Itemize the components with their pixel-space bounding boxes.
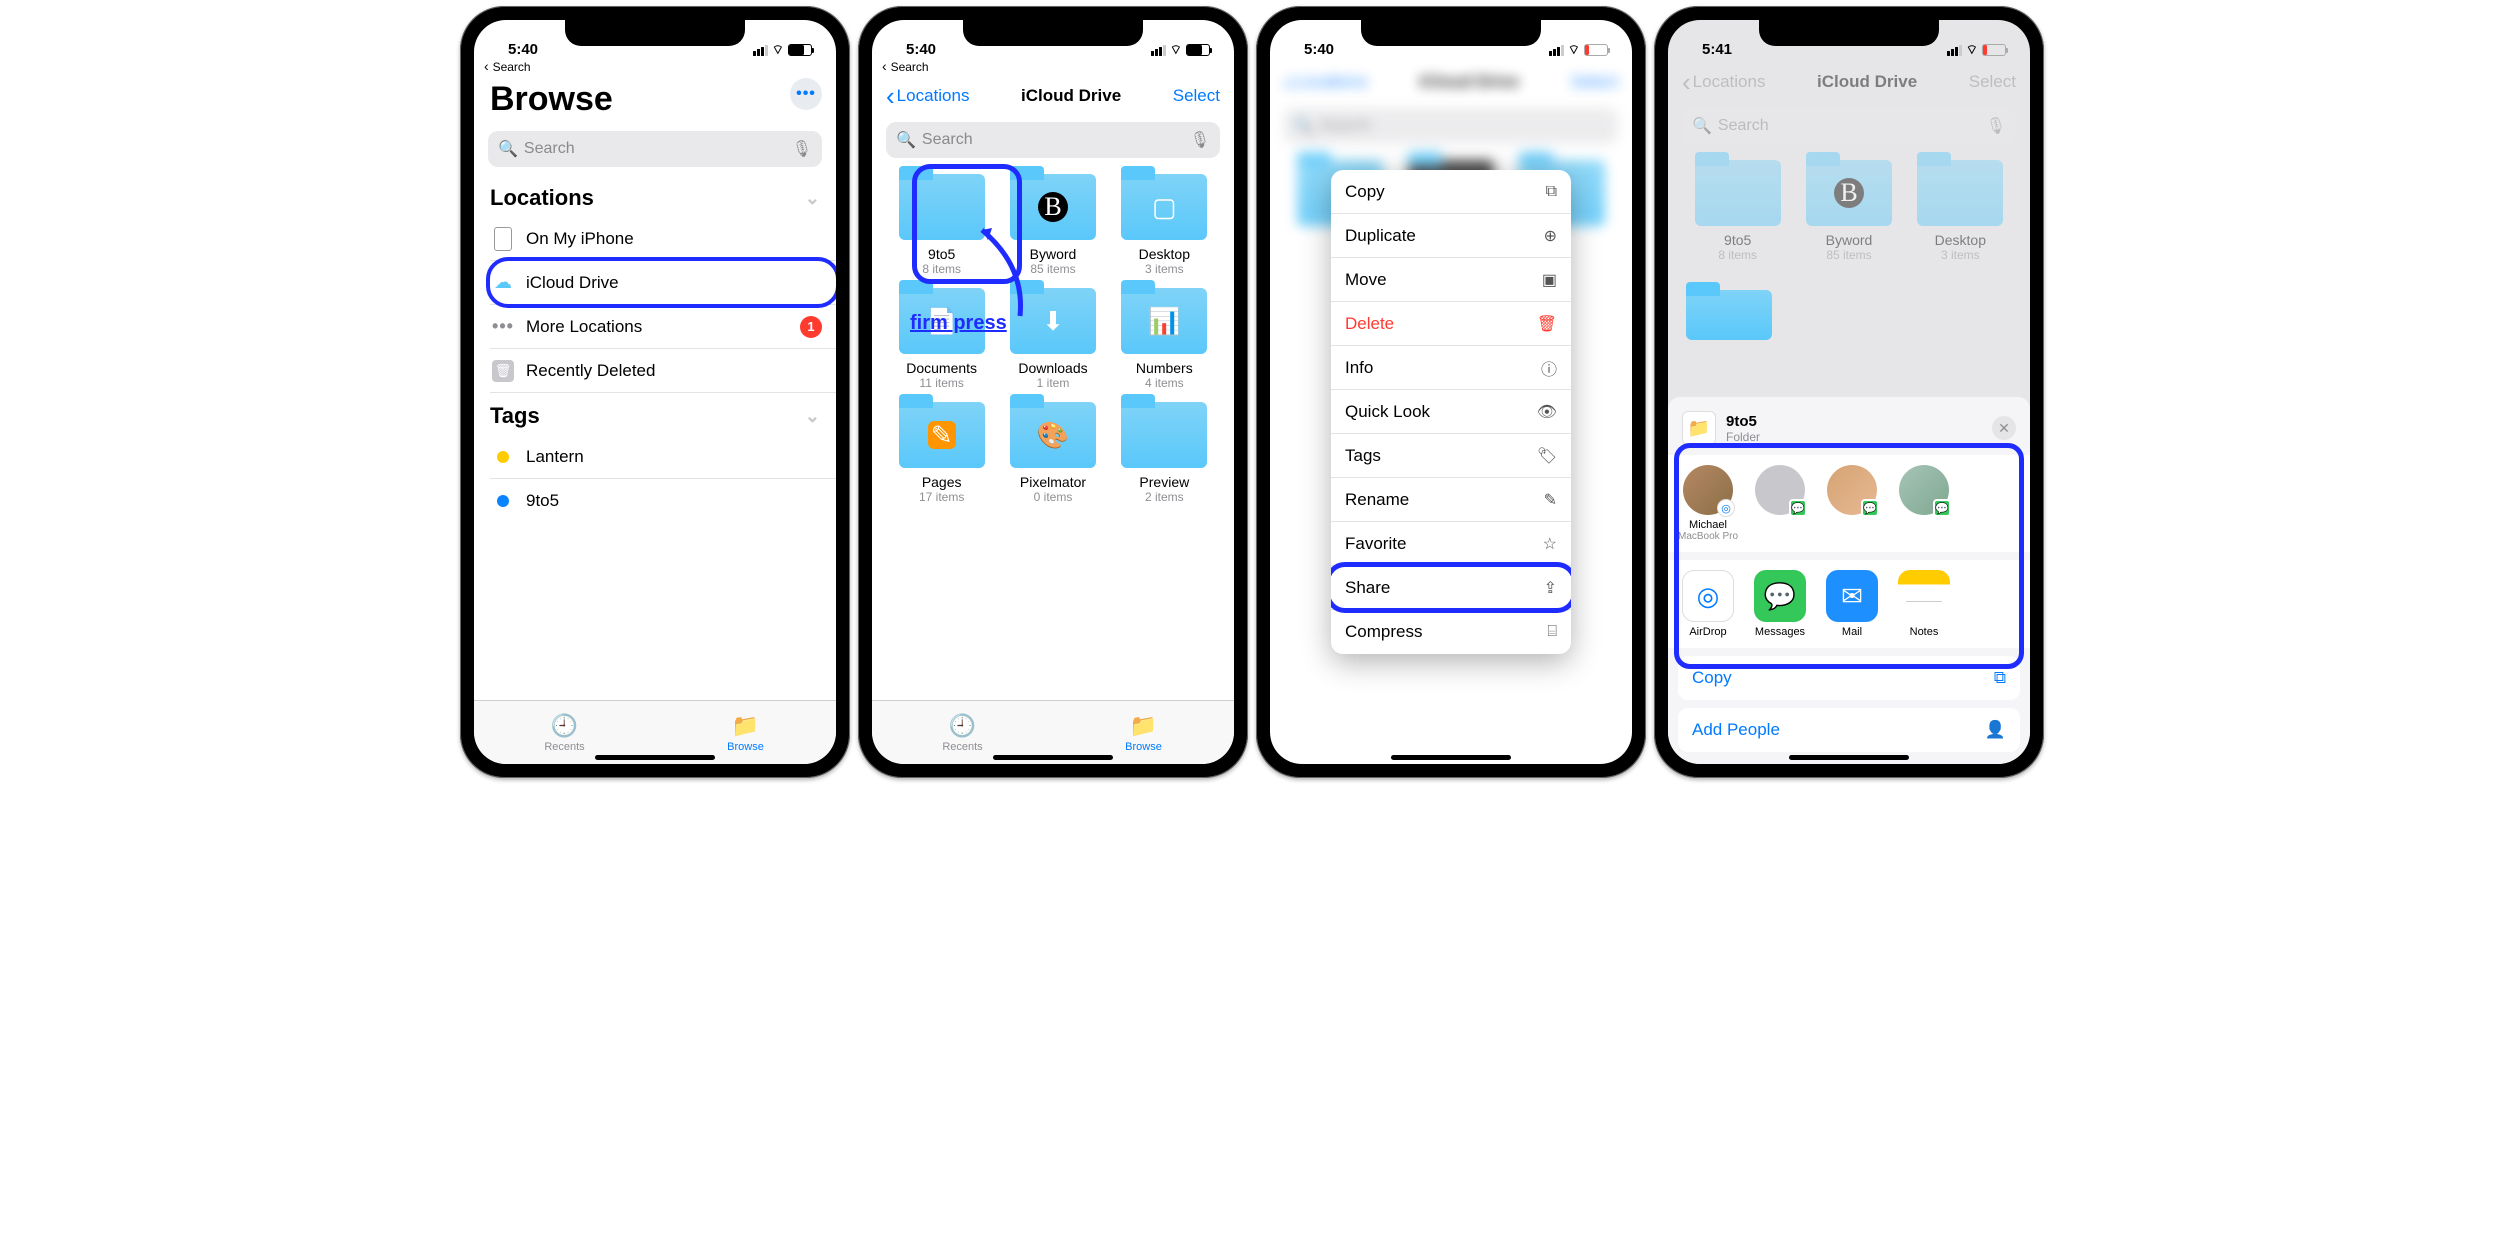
compress-icon: ⌸ — [1547, 623, 1557, 641]
chevron-down-icon: ⌄ — [805, 188, 820, 209]
annotation-label: firm press — [910, 312, 1007, 335]
people-icon: 👤 — [1985, 720, 2006, 740]
icloud-drive-row[interactable]: ☁ iCloud Drive — [490, 261, 836, 305]
page-title: Browse — [474, 74, 836, 127]
favorite-icon: ☆ — [1543, 534, 1557, 554]
highlight-ring — [1331, 562, 1571, 613]
search-input: 🔍Search🎙 — [1682, 108, 2016, 144]
home-indicator[interactable] — [1391, 755, 1511, 760]
share-sheet: 📁 9to5 Folder ✕ ◎ Michael MacBook Pro 💬 … — [1668, 397, 2030, 764]
search-input[interactable]: 🔍 Search 🎙 — [886, 122, 1220, 158]
more-button[interactable]: ••• — [790, 78, 822, 110]
copy-icon: ⧉ — [1994, 668, 2006, 688]
back-search[interactable]: Search — [872, 58, 1234, 74]
search-icon: 🔍 — [498, 139, 518, 159]
move-icon: ▣ — [1542, 270, 1557, 290]
delete-icon: 🗑 — [1537, 314, 1557, 334]
phone-4: 5:41 ⌔ Locations iCloud Drive Select 🔍Se… — [1654, 6, 2044, 778]
context-compress[interactable]: Compress ⌸ — [1331, 610, 1571, 654]
clock-icon: 🕘 — [551, 713, 578, 739]
phone-2: 5:40 ⌔ Search Locations iCloud Drive Sel… — [858, 6, 1248, 778]
context-info[interactable]: Info ⓘ — [1331, 346, 1571, 390]
folder-desktop[interactable]: ▢ Desktop 3 items — [1113, 174, 1216, 276]
trash-icon: 🗑 — [492, 360, 514, 382]
yellow-dot-icon — [497, 451, 509, 463]
messages-badge-icon: 💬 — [1933, 499, 1951, 517]
signal-icon — [753, 45, 768, 56]
folder-byword: B Byword85 items — [1797, 160, 1900, 262]
home-indicator[interactable] — [1789, 755, 1909, 760]
highlight-ring — [486, 257, 836, 308]
folder-pages[interactable]: ✎ Pages 17 items — [890, 402, 993, 504]
wifi-icon: ⌔ — [772, 42, 784, 58]
context-quick look[interactable]: Quick Look 👁 — [1331, 390, 1571, 434]
tag-9to5-row[interactable]: 9to5 — [490, 479, 836, 523]
folder-numbers[interactable]: 📊 Numbers 4 items — [1113, 288, 1216, 390]
search-icon: 🔍 — [896, 130, 916, 150]
airdrop-badge-icon: ◎ — [1717, 499, 1735, 517]
recently-deleted-row[interactable]: 🗑 Recently Deleted — [490, 349, 836, 393]
context-menu-overlay: Copy ⧉ Duplicate ⊕ Move ▣ Delete 🗑 Info … — [1270, 20, 1632, 764]
ellipsis-icon: ••• — [490, 316, 516, 337]
nav-title: iCloud Drive — [1021, 86, 1121, 106]
arrow-icon — [970, 216, 1040, 326]
context-favorite[interactable]: Favorite ☆ — [1331, 522, 1571, 566]
locations-header[interactable]: Locations ⌄ — [474, 175, 836, 217]
battery-icon — [788, 44, 812, 56]
quick look-icon: 👁 — [1537, 402, 1557, 422]
home-indicator[interactable] — [595, 755, 715, 760]
rename-icon: ✎ — [1544, 490, 1557, 510]
duplicate-icon: ⊕ — [1544, 226, 1557, 246]
folder-preview[interactable]: Preview 2 items — [1113, 402, 1216, 504]
tag-lantern-row[interactable]: Lantern — [490, 435, 836, 479]
folder-icon: 📁 — [1682, 411, 1716, 445]
copy-icon: ⧉ — [1546, 183, 1557, 201]
folder-desktop: Desktop3 items — [1909, 160, 2012, 262]
context-tags[interactable]: Tags 🏷 — [1331, 434, 1571, 478]
folder-9to5: 9to58 items — [1686, 160, 1789, 262]
sheet-title: 9to5 — [1726, 413, 1760, 430]
messages-badge-icon: 💬 — [1789, 499, 1807, 517]
notification-badge: 1 — [800, 316, 822, 338]
clock: 5:40 — [508, 41, 538, 58]
phone-1: 5:40 ⌔ Search ••• Browse 🔍 Search 🎙 Loca… — [460, 6, 850, 778]
back-locations: Locations — [1682, 67, 1765, 98]
sheet-subtitle: Folder — [1726, 430, 1760, 444]
folder-icon: 📁 — [732, 713, 759, 739]
add-people-action[interactable]: Add People 👤 — [1678, 708, 2020, 752]
context-move[interactable]: Move ▣ — [1331, 258, 1571, 302]
search-input[interactable]: 🔍 Search 🎙 — [488, 131, 822, 167]
home-indicator[interactable] — [993, 755, 1113, 760]
select-button[interactable]: Select — [1173, 86, 1220, 106]
chevron-down-icon: ⌄ — [805, 406, 820, 427]
more-locations-row[interactable]: ••• More Locations 1 — [490, 305, 836, 349]
context-duplicate[interactable]: Duplicate ⊕ — [1331, 214, 1571, 258]
iphone-icon — [494, 227, 512, 251]
context-share[interactable]: Share ⇪ — [1331, 566, 1571, 610]
tags-header[interactable]: Tags ⌄ — [474, 393, 836, 435]
info-icon: ⓘ — [1541, 356, 1557, 380]
mic-icon[interactable]: 🎙 — [1190, 130, 1210, 150]
mic-icon[interactable]: 🎙 — [792, 139, 812, 159]
context-menu: Copy ⧉ Duplicate ⊕ Move ▣ Delete 🗑 Info … — [1331, 170, 1571, 654]
messages-badge-icon: 💬 — [1861, 499, 1879, 517]
context-copy[interactable]: Copy ⧉ — [1331, 170, 1571, 214]
close-button[interactable]: ✕ — [1992, 416, 2016, 440]
back-locations[interactable]: Locations — [886, 81, 969, 112]
context-delete[interactable]: Delete 🗑 — [1331, 302, 1571, 346]
on-my-iphone-row[interactable]: On My iPhone — [490, 217, 836, 261]
back-search[interactable]: Search — [474, 58, 836, 74]
phone-3: 5:40 ⌔ LocationsiCloud DriveSelect 🔍Sear… — [1256, 6, 1646, 778]
context-rename[interactable]: Rename ✎ — [1331, 478, 1571, 522]
blue-dot-icon — [497, 495, 509, 507]
tags-icon: 🏷 — [1537, 446, 1557, 466]
folder-pixelmator[interactable]: 🎨 Pixelmator 0 items — [1001, 402, 1104, 504]
